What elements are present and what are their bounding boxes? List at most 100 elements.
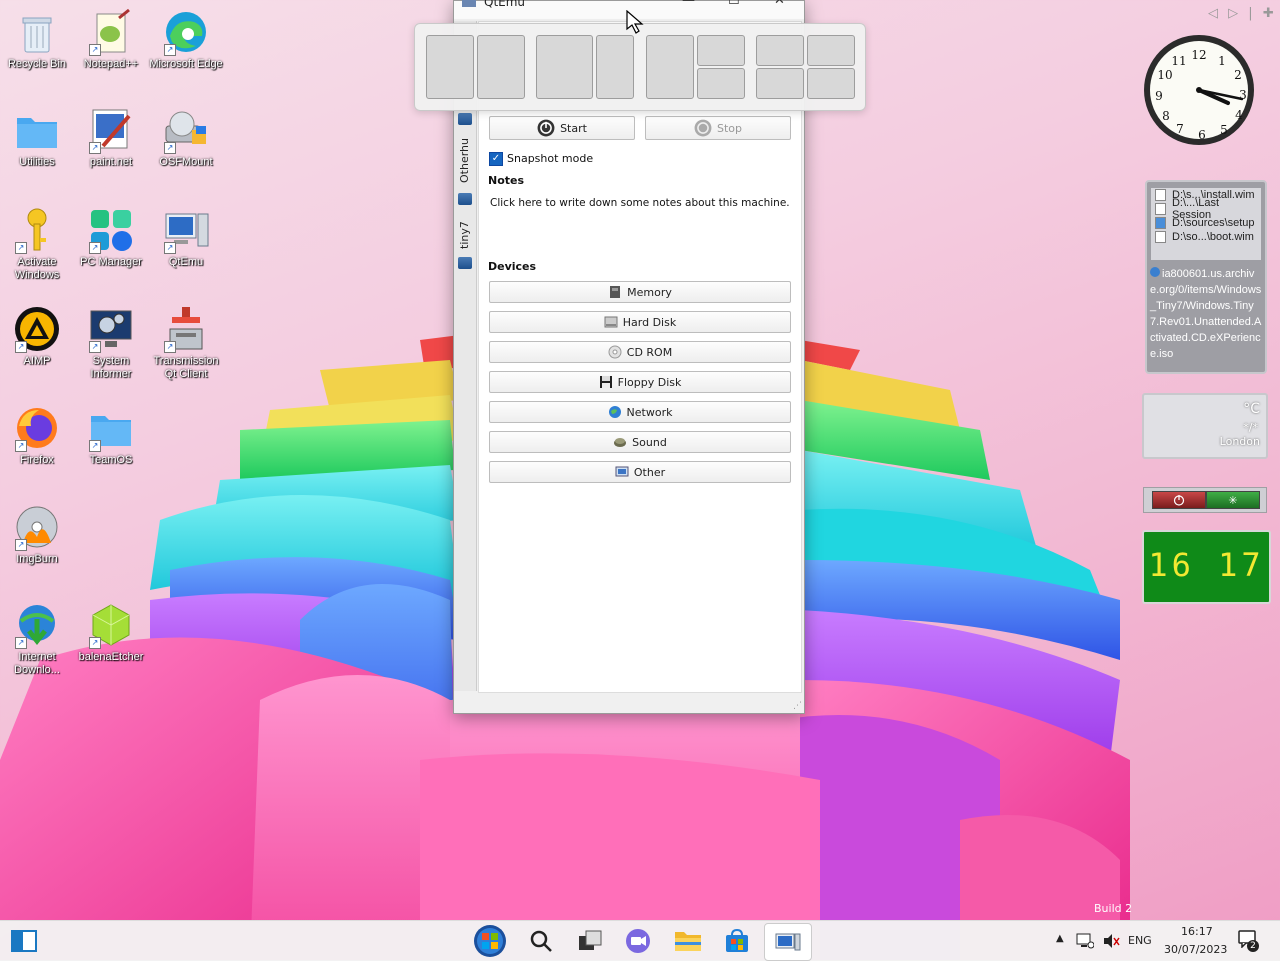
notification-center-button[interactable]: 2 [1238,930,1264,954]
device-floppy-disk-button[interactable]: Floppy Disk [489,371,791,393]
desktop-icon-paintnet[interactable]: ↗ paint.net [74,106,148,169]
snap-zone[interactable] [756,68,804,99]
windows-start-orb-icon [474,925,506,957]
weather-city: London [1219,435,1260,448]
hard-disk-icon [604,316,618,328]
clock-numeral: 9 [1155,89,1163,103]
volume-muted-icon[interactable] [1102,933,1120,949]
snapshot-mode-checkbox[interactable]: ✓ [489,152,503,166]
desktop-icon-label: PC Manager [80,256,142,268]
snap-layout-left-plus-stack [646,35,746,99]
device-other-button[interactable]: Other [489,461,791,483]
desktop-icon-label: ImgBurn [16,553,58,565]
qtemu-taskbar-button[interactable] [764,923,812,961]
start-button-taskbar[interactable] [472,923,508,959]
minimize-button[interactable]: — [682,0,695,8]
clock-numeral: 2 [1234,68,1242,82]
weather-gadget[interactable]: °C */* London [1142,393,1268,459]
microsoft-store-button[interactable] [719,923,755,959]
snap-zone[interactable] [477,35,525,99]
device-sound-button[interactable]: Sound [489,431,791,453]
show-desktop-button[interactable] [6,923,42,959]
desktop-icon-system-informer[interactable]: ↗ System Informer [74,305,148,381]
desktop-icon-utilities[interactable]: Utilities [0,106,74,169]
recent-files-list: D:\s...\install.wim D:\...\Last Session … [1151,188,1261,260]
desktop-icon-transmission[interactable]: ↗ Transmission Qt Client [149,305,223,381]
file-icon [1155,203,1166,215]
language-indicator[interactable]: ENG [1128,934,1152,947]
start-button[interactable]: Start [489,116,635,140]
gadget-next-button[interactable]: ▷ [1228,6,1238,21]
desktop-icon-pc-manager[interactable]: ↗ PC Manager [74,206,148,269]
snap-zone[interactable] [756,35,804,66]
setup-icon [1155,217,1166,229]
desktop-icon-osfmount[interactable]: ↗ OSFMount [149,106,223,169]
desktop-icon-recycle-bin[interactable]: Recycle Bin [0,8,74,71]
machine-sidebar: Otherhu tiny7 [454,21,477,691]
restart-button[interactable]: ✳ [1206,491,1260,509]
snap-zone[interactable] [697,35,745,66]
desktop-icon-label: Activate Windows [14,256,60,281]
snap-zone[interactable] [697,68,745,99]
recent-file-item[interactable]: D:\...\Last Session [1151,197,1261,221]
desktop-icon-notepad-plus-plus[interactable]: ↗ Notepad++ [74,8,148,71]
sidebar-layout-icon [11,930,37,952]
desktop-icon-firefox[interactable]: ↗ Firefox [0,404,74,467]
snap-zone[interactable] [426,35,474,99]
power-icon [1173,495,1185,506]
desktop-icon-imgburn[interactable]: ↗ ImgBurn [0,503,74,566]
search-button[interactable] [523,923,559,959]
desktop-icon-microsoft-edge[interactable]: ↗ Microsoft Edge [149,8,223,71]
desktop-icon-internet-download-manager[interactable]: ↗ Internet Downlo... [0,601,74,677]
snap-zone[interactable] [807,35,855,66]
resize-grip[interactable]: ⋰ [793,701,802,711]
device-hard-disk-button[interactable]: Hard Disk [489,311,791,333]
gadget-add-button[interactable]: ✚ [1263,6,1274,21]
desktop-icon-label: Microsoft Edge [149,58,223,70]
snap-zone[interactable] [646,35,694,99]
network-monitor-icon[interactable] [1076,933,1094,949]
clock-numeral: 1 [1218,54,1226,68]
shutdown-button[interactable] [1152,491,1206,509]
clock-numeral: 8 [1162,109,1170,123]
snap-zone[interactable] [536,35,593,99]
stop-button[interactable]: Stop [645,116,791,140]
snap-zone[interactable] [807,68,855,99]
clock-numeral: 6 [1198,128,1206,142]
cd-rom-icon [608,345,622,359]
task-view-button[interactable] [572,923,608,959]
file-explorer-button[interactable] [670,923,706,959]
tray-time[interactable]: 16:17 [1181,925,1213,938]
recent-file-detail[interactable]: ia800601.us.archive.org/0/items/Windows_… [1150,266,1262,362]
snap-zone[interactable] [596,35,634,99]
memory-icon [610,286,621,298]
build-watermark: Build 2 [1094,902,1133,915]
clock-numeral: 4 [1235,108,1243,122]
tab-tiny7[interactable]: tiny7 [458,221,471,249]
digital-clock-gadget: 16 17 [1142,530,1271,604]
desktop-icon-aimp[interactable]: ↗ AIMP [0,305,74,368]
snapshot-mode-label[interactable]: Snapshot mode [507,152,593,165]
gadget-prev-button[interactable]: ◁ [1208,6,1218,21]
close-button[interactable]: ✕ [774,0,785,8]
device-label: Sound [632,435,667,449]
recent-file-item[interactable]: D:\sources\setup [1151,216,1261,230]
desktop-icon-label: Utilities [19,156,55,168]
desktop-icon-qtemu[interactable]: ↗ QtEmu [149,206,223,269]
vm-icon [458,113,472,125]
device-memory-button[interactable]: Memory [489,281,791,303]
desktop-icon-balena-etcher[interactable]: ↗ balenaEtcher [74,601,148,664]
notes-field[interactable]: Click here to write down some notes abou… [490,197,790,209]
tray-date[interactable]: 30/07/2023 [1164,943,1227,956]
desktop-icon-activate-windows[interactable]: ↗ Activate Windows [0,206,74,282]
video-chat-icon [626,929,650,953]
desktop-icon-label: System Informer [90,355,132,380]
recent-file-item[interactable]: D:\so...\boot.wim [1151,230,1261,244]
tray-overflow-button[interactable]: ▲ [1056,933,1064,944]
device-network-button[interactable]: Network [489,401,791,423]
tab-otherhu[interactable]: Otherhu [458,138,471,183]
desktop-icon-teamos[interactable]: ↗ TeamOS [74,404,148,467]
maximize-button[interactable]: ☐ [728,0,740,8]
chat-button[interactable] [620,923,656,959]
device-cd-rom-button[interactable]: CD ROM [489,341,791,363]
